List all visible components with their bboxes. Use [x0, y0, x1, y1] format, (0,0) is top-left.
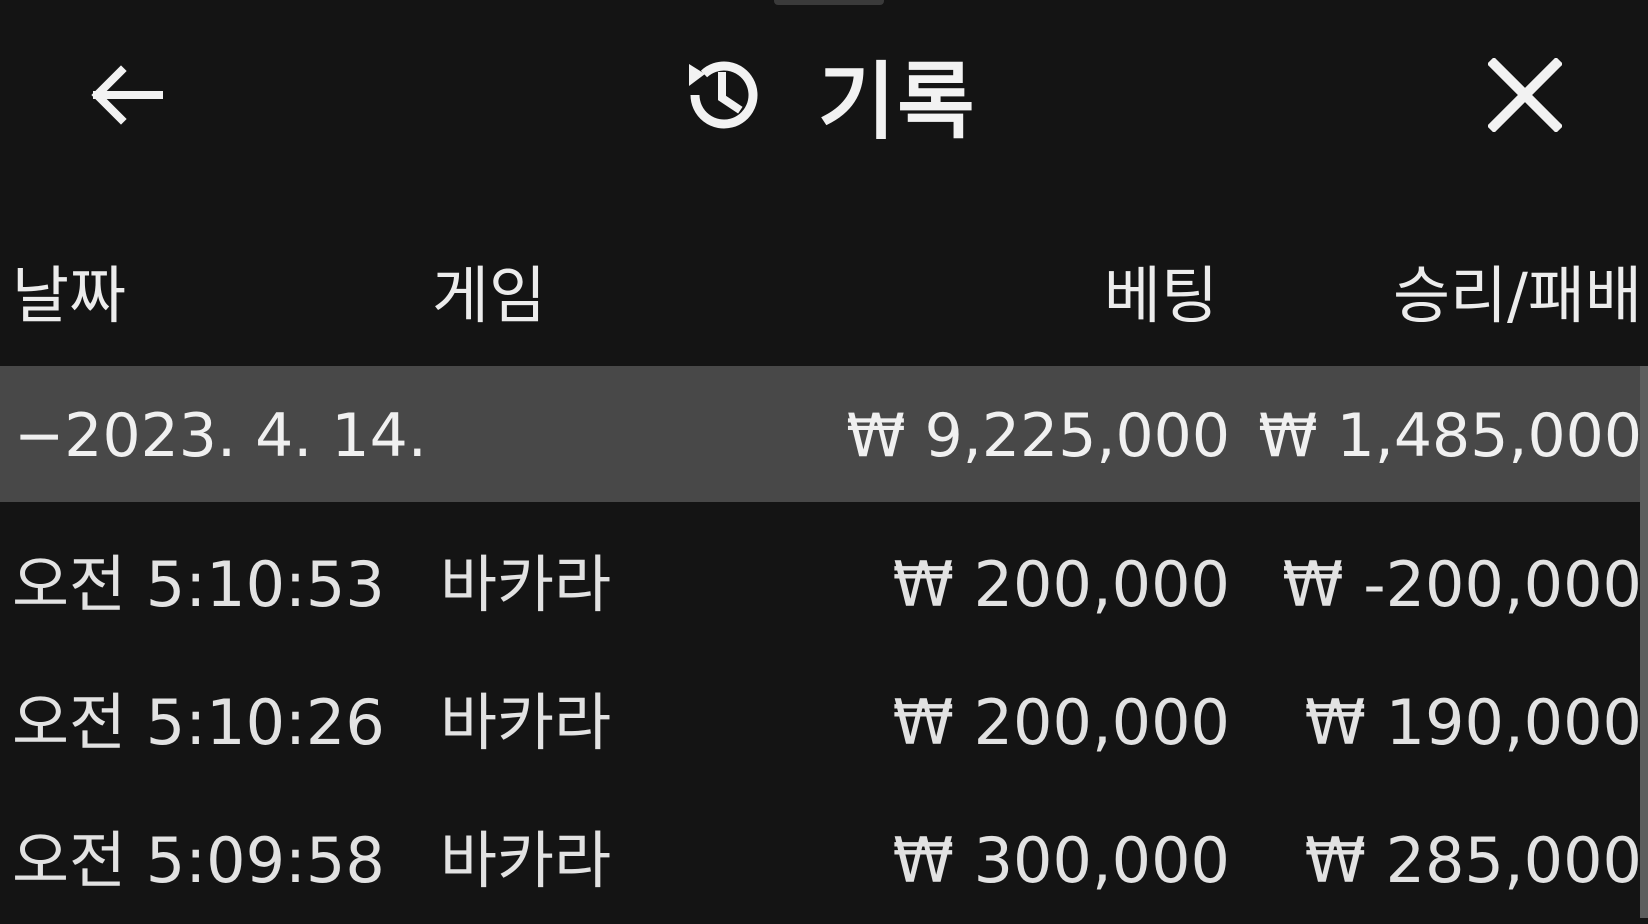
page-title: 기록: [818, 52, 977, 151]
column-header-game[interactable]: 게임: [432, 245, 546, 335]
arrow-left-icon: [91, 65, 163, 125]
row-bet: ₩ 200,000: [892, 548, 1230, 621]
close-button[interactable]: [1470, 40, 1580, 150]
table-row[interactable]: 오전 5:10:53 바카라 ₩ 200,000 ₩ -200,000: [0, 518, 1642, 648]
row-result: ₩ -200,000: [1282, 548, 1642, 621]
row-game: 바카라: [440, 686, 612, 759]
row-bet: ₩ 300,000: [892, 824, 1230, 897]
back-button[interactable]: [70, 45, 180, 145]
column-header-date[interactable]: 날짜: [12, 245, 126, 335]
date-group-row[interactable]: −2023. 4. 14. ₩ 9,225,000 ₩ 1,485,000: [0, 366, 1642, 502]
row-game: 바카라: [440, 548, 612, 621]
row-game: 바카라: [440, 824, 612, 897]
table-row[interactable]: 오전 5:09:58 바카라 ₩ 300,000 ₩ 285,000: [0, 794, 1642, 924]
header-title-group: 기록: [670, 40, 977, 151]
row-result: ₩ 285,000: [1304, 824, 1642, 897]
close-icon: [1488, 58, 1562, 132]
group-total-bet: ₩ 9,225,000: [846, 401, 1230, 471]
column-headers: 날짜 게임 베팅 승리/패배: [0, 245, 1648, 335]
row-time: 오전 5:09:58: [12, 824, 385, 897]
group-date: −2023. 4. 14.: [14, 401, 427, 471]
history-icon: [670, 45, 770, 145]
row-bet: ₩ 200,000: [892, 686, 1230, 759]
column-header-bet[interactable]: 베팅: [1104, 245, 1218, 335]
header: 기록: [0, 0, 1648, 190]
row-time: 오전 5:10:53: [12, 548, 385, 621]
row-result: ₩ 190,000: [1304, 686, 1642, 759]
group-total-result: ₩ 1,485,000: [1258, 401, 1642, 471]
table-row[interactable]: 오전 5:10:26 바카라 ₩ 200,000 ₩ 190,000: [0, 656, 1642, 786]
row-time: 오전 5:10:26: [12, 686, 385, 759]
column-header-result[interactable]: 승리/패배: [1393, 245, 1642, 335]
